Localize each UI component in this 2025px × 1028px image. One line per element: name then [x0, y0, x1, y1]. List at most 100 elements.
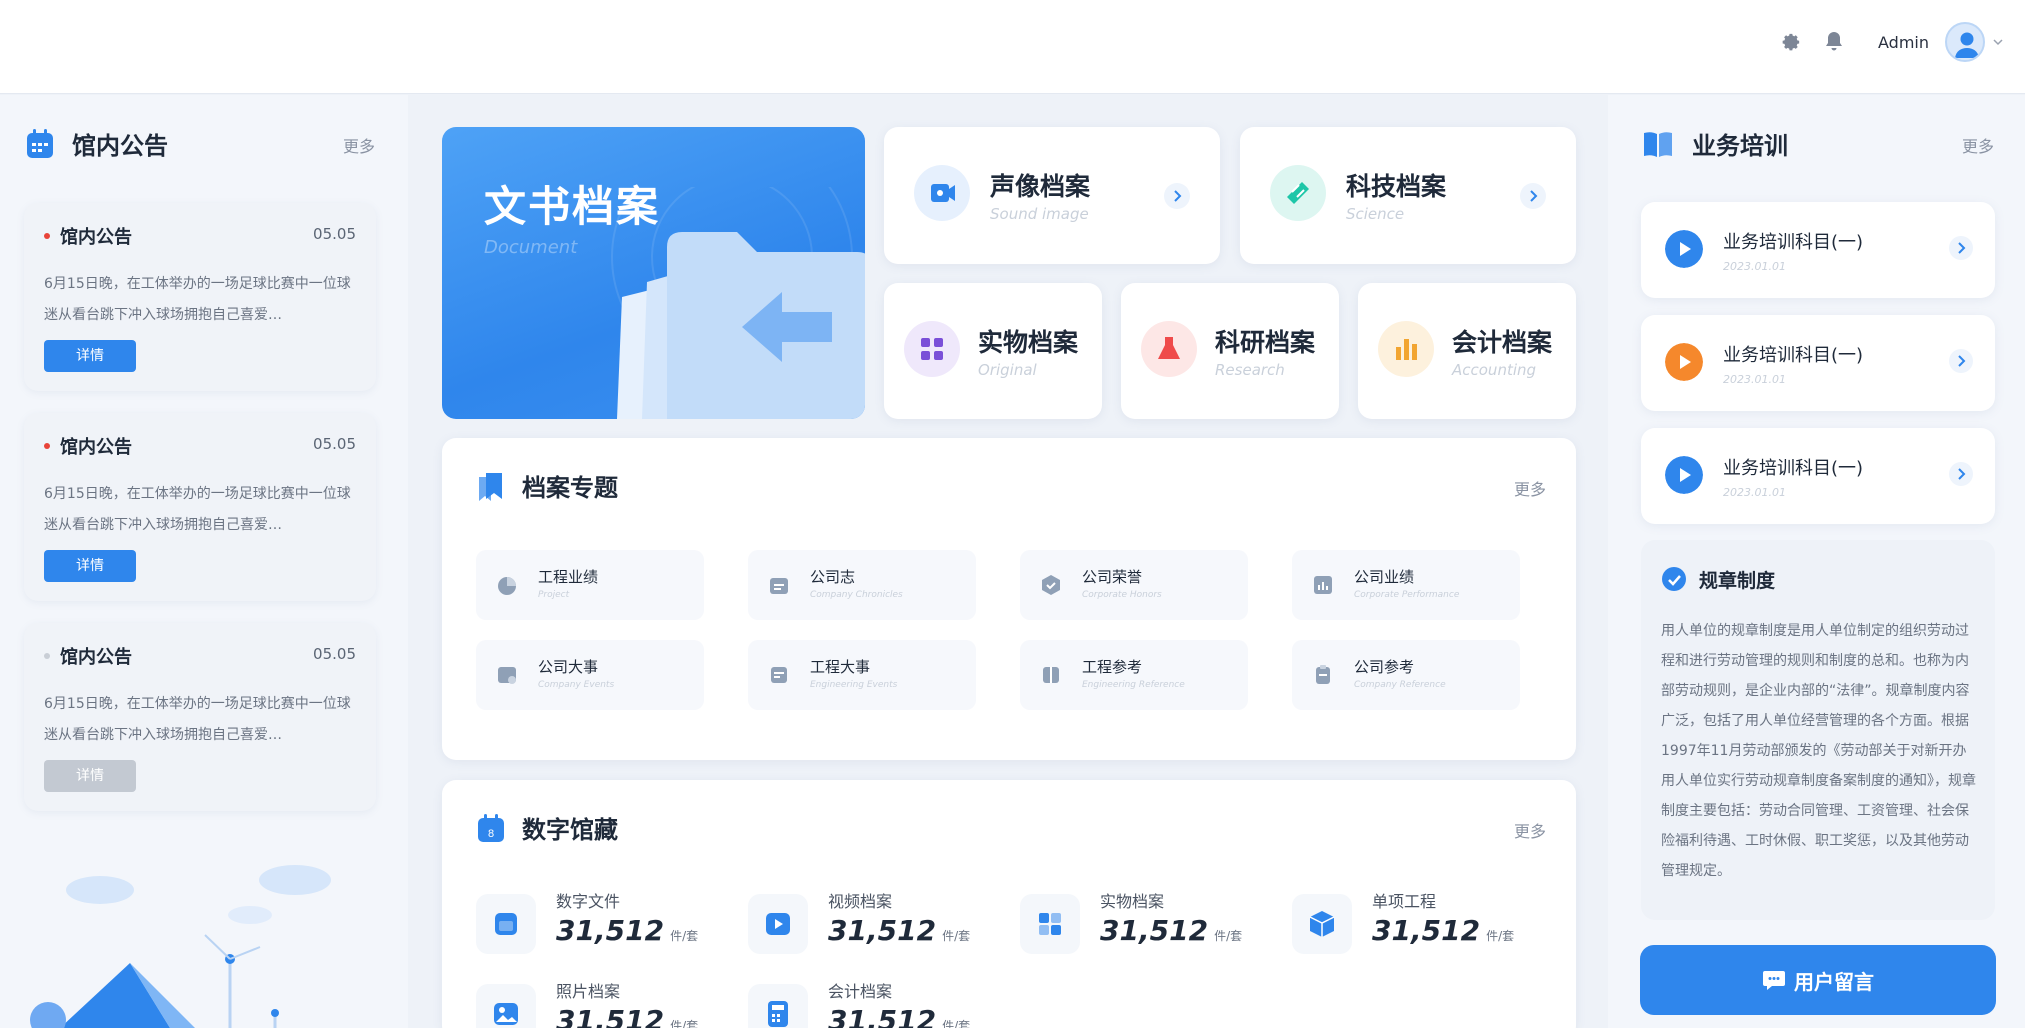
topic-title: 公司志	[810, 568, 856, 586]
category-subtitle: Science	[1346, 205, 1405, 223]
topic-item[interactable]: 公司大事 Company Events	[476, 640, 704, 710]
stat-label: 视频档案	[828, 892, 893, 911]
stat-item[interactable]: 实物档案 31,512 件/套	[1020, 888, 1270, 960]
category-title: 科研档案	[1215, 328, 1316, 357]
training-card[interactable]: 业务培训科目(一) 2023.01.01	[1641, 428, 1995, 524]
chevron-right-icon	[1949, 236, 1973, 260]
notice-card[interactable]: 馆内公告 05.05 6月15日晚，在工体举办的一场足球比赛中一位球迷从看台跳下…	[24, 623, 376, 811]
category-card[interactable]: 会计档案 Accounting	[1358, 283, 1576, 419]
read-dot	[44, 653, 50, 659]
category-title: 科技档案	[1346, 172, 1447, 201]
calendar-icon	[770, 578, 788, 594]
tech-icon	[1270, 165, 1326, 221]
chevron-right-icon	[1164, 183, 1190, 209]
stat-value-wrap: 31,512 件/套	[828, 1004, 970, 1028]
topic-item[interactable]: 工程大事 Engineering Events	[748, 640, 976, 710]
topic-subtitle: Corporate Honors	[1082, 590, 1162, 600]
stat-unit: 件/套	[670, 1019, 699, 1028]
topic-subtitle: Corporate Performance	[1354, 590, 1460, 600]
topic-subtitle: Project	[538, 590, 570, 600]
rules-icon	[1662, 567, 1686, 591]
rules-body: 用人单位的规章制度是用人单位制定的组织劳动过程和进行劳动管理的规则和制度的总和。…	[1661, 623, 1976, 879]
camera-icon	[914, 165, 970, 221]
notice-detail-button-disabled[interactable]: 详情	[44, 760, 136, 792]
topic-item[interactable]: 公司参考 Company Reference	[1292, 640, 1520, 710]
topic-subtitle: Company Reference	[1354, 680, 1446, 690]
training-title: 业务培训	[1692, 132, 1788, 160]
stat-item[interactable]: 数字文件 31,512 件/套	[476, 888, 726, 960]
notice-title: 馆内公告	[60, 647, 132, 668]
notices-more-link[interactable]: 更多	[343, 133, 375, 157]
notice-detail-button[interactable]: 详情	[44, 340, 136, 372]
stat-unit: 件/套	[942, 929, 971, 943]
user-icon	[1955, 32, 1979, 58]
rules-title: 规章制度	[1699, 570, 1776, 592]
stat-item[interactable]: 照片档案 31,512 件/套	[476, 978, 726, 1028]
user-message-label: 用户留言	[1794, 969, 1874, 994]
event-icon	[498, 667, 516, 684]
stat-label: 照片档案	[556, 982, 621, 1001]
hero-document-archive[interactable]: 文书档案 Document	[442, 127, 865, 419]
notice-title: 馆内公告	[60, 437, 132, 458]
notices-title: 馆内公告	[72, 132, 168, 160]
topic-item[interactable]: 工程参考 Engineering Reference	[1020, 640, 1248, 710]
user-name[interactable]: Admin	[1878, 33, 1929, 52]
training-item-title: 业务培训科目(一)	[1723, 232, 1864, 253]
play-icon	[1665, 343, 1703, 381]
collection-panel: 8 数字馆藏 更多 数字文件 31,512 件/套 视频档案 31,512 件/套 …	[442, 780, 1576, 1028]
topics-header: 档案专题	[476, 468, 618, 503]
bell-icon[interactable]	[1824, 31, 1844, 53]
chevron-down-icon[interactable]	[1993, 37, 2003, 47]
topic-title: 工程参考	[1082, 658, 1143, 676]
avatar[interactable]	[1945, 22, 1985, 62]
stat-value-wrap: 31,512 件/套	[556, 1004, 698, 1028]
collection-more-link[interactable]: 更多	[1514, 818, 1546, 842]
topic-title: 公司大事	[538, 658, 599, 676]
topic-item[interactable]: 工程业绩 Project	[476, 550, 704, 620]
category-subtitle: Accounting	[1452, 361, 1537, 379]
user-message-button[interactable]: 用户留言	[1640, 945, 1996, 1015]
category-title: 声像档案	[990, 172, 1091, 201]
training-more-link[interactable]: 更多	[1962, 133, 1994, 157]
training-item-title: 业务培训科目(一)	[1723, 458, 1864, 479]
stat-item[interactable]: 单项工程 31,512 件/套	[1292, 888, 1542, 960]
chevron-right-icon	[1949, 349, 1973, 373]
stat-unit: 件/套	[670, 929, 699, 943]
notice-body: 6月15日晚，在工体举办的一场足球比赛中一位球迷从看台跳下冲入球场拥抱自己喜爱…	[44, 276, 351, 323]
category-card[interactable]: 科技档案 Science	[1240, 127, 1576, 264]
chevron-right-icon	[1949, 462, 1973, 486]
category-card[interactable]: 科研档案 Research	[1121, 283, 1339, 419]
rules-panel: 规章制度 用人单位的规章制度是用人单位制定的组织劳动过程和进行劳动管理的规则和制…	[1641, 540, 1995, 920]
notice-card[interactable]: 馆内公告 05.05 6月15日晚，在工体举办的一场足球比赛中一位球迷从看台跳下…	[24, 203, 376, 391]
stat-item[interactable]: 会计档案 31,512 件/套	[748, 978, 998, 1028]
training-card[interactable]: 业务培训科目(一) 2023.01.01	[1641, 202, 1995, 298]
stat-label: 实物档案	[1100, 892, 1165, 911]
topic-item[interactable]: 公司业绩 Corporate Performance	[1292, 550, 1520, 620]
topic-subtitle: Company Events	[538, 680, 615, 690]
calculator-icon	[748, 984, 808, 1028]
notice-title: 馆内公告	[60, 227, 132, 248]
topic-item[interactable]: 公司荣誉 Corporate Honors	[1020, 550, 1248, 620]
play-icon	[1665, 456, 1703, 494]
training-card[interactable]: 业务培训科目(一) 2023.01.01	[1641, 315, 1995, 411]
calendar-icon	[27, 128, 53, 158]
category-card[interactable]: 声像档案 Sound image	[884, 127, 1220, 264]
gear-icon[interactable]	[1780, 31, 1802, 53]
stat-item[interactable]: 视频档案 31,512 件/套	[748, 888, 998, 960]
topic-title: 工程业绩	[538, 568, 599, 586]
collection-title: 数字馆藏	[522, 816, 618, 844]
notice-card[interactable]: 馆内公告 05.05 6月15日晚，在工体举办的一场足球比赛中一位球迷从看台跳下…	[24, 413, 376, 601]
notice-date: 05.05	[313, 435, 356, 453]
chevron-right-icon	[1520, 183, 1546, 209]
category-card[interactable]: 实物档案 Original	[884, 283, 1102, 419]
stat-unit: 件/套	[1214, 929, 1243, 943]
chart-icon	[1314, 576, 1332, 594]
clipboard-icon	[1316, 665, 1330, 684]
topic-title: 公司荣誉	[1082, 568, 1143, 586]
document-icon	[771, 667, 787, 683]
unread-dot	[44, 443, 50, 449]
notice-detail-button[interactable]: 详情	[44, 550, 136, 582]
stat-value-wrap: 31,512 件/套	[1100, 914, 1242, 947]
topics-more-link[interactable]: 更多	[1514, 476, 1546, 500]
topic-item[interactable]: 公司志 Company Chronicles	[748, 550, 976, 620]
